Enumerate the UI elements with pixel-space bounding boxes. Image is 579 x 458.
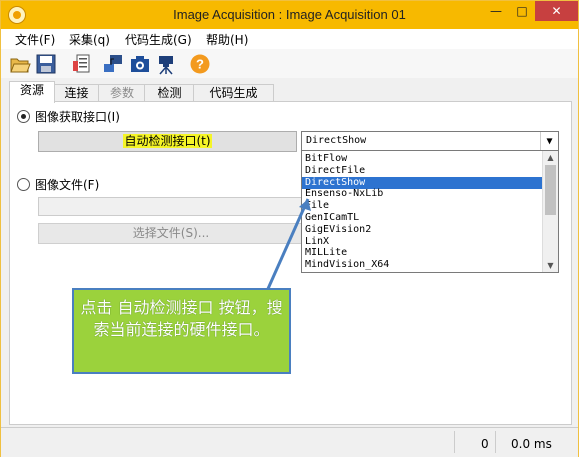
scroll-thumb[interactable]: [545, 165, 556, 215]
status-count: 0: [481, 437, 489, 451]
dropdown-option[interactable]: LinX: [302, 236, 542, 248]
interface-radio-label: 图像获取接口(I): [35, 110, 120, 124]
menu-code-generation[interactable]: 代码生成(G): [125, 31, 192, 48]
file-path-field[interactable]: [38, 197, 304, 216]
scroll-down-icon[interactable]: ▼: [543, 259, 558, 272]
snap-icon[interactable]: [129, 53, 151, 75]
menu-help[interactable]: 帮助(H): [206, 31, 248, 48]
menu-file[interactable]: 文件(F): [15, 31, 55, 48]
auto-detect-label: 自动检测接口(t): [123, 134, 212, 148]
status-separator: [495, 431, 496, 453]
interface-combo[interactable]: DirectShow ▼: [301, 131, 559, 152]
main-window: Image Acquisition : Image Acquisition 01…: [0, 0, 579, 457]
properties-icon[interactable]: [71, 53, 93, 75]
maximize-button[interactable]: □: [509, 1, 535, 21]
menu-acquisition[interactable]: 采集(q): [69, 31, 110, 48]
image-file-radio-label: 图像文件(F): [35, 178, 100, 192]
tab-resources[interactable]: 资源: [9, 81, 55, 103]
menu-bar: 文件(F) 采集(q) 代码生成(G) 帮助(H): [1, 29, 578, 49]
dropdown-option[interactable]: MindVision_X64: [302, 259, 542, 271]
minimize-button[interactable]: —: [483, 1, 509, 21]
dropdown-option[interactable]: DirectShow: [302, 176, 542, 189]
toolbar: ?: [1, 49, 578, 78]
open-folder-icon[interactable]: [9, 53, 31, 75]
dropdown-option[interactable]: GigEVision2: [302, 224, 542, 236]
tab-code-generation[interactable]: 代码生成: [193, 84, 274, 102]
close-button[interactable]: ✕: [535, 1, 578, 21]
choose-file-button[interactable]: 选择文件(S)...: [38, 223, 304, 244]
interface-radio[interactable]: [17, 110, 30, 123]
svg-text:?: ?: [196, 57, 204, 72]
tab-detection[interactable]: 检测: [144, 84, 195, 102]
dropdown-option[interactable]: MILLite: [302, 247, 542, 259]
chevron-down-icon[interactable]: ▼: [540, 132, 558, 151]
dropdown-option[interactable]: Ensenso-NxLib: [302, 188, 542, 200]
status-bar: 0 0.0 ms: [1, 427, 578, 457]
auto-detect-button[interactable]: 自动检测接口(t): [38, 131, 297, 152]
tab-parameters[interactable]: 参数: [98, 84, 146, 102]
tab-connection[interactable]: 连接: [53, 84, 100, 102]
dropdown-option[interactable]: BitFlow: [302, 153, 542, 165]
instruction-callout: 点击 自动检测接口 按钮，搜索当前连接的硬件接口。: [72, 288, 291, 374]
connect-icon[interactable]: [102, 53, 124, 75]
dropdown-option[interactable]: GenICamTL: [302, 212, 542, 224]
status-separator: [454, 431, 455, 453]
status-time: 0.0 ms: [511, 437, 552, 451]
dropdown-option[interactable]: File: [302, 200, 542, 212]
save-icon[interactable]: [35, 53, 57, 75]
interface-combo-value: DirectShow: [306, 135, 367, 146]
image-file-radio[interactable]: [17, 178, 30, 191]
interface-dropdown-list[interactable]: BitFlow DirectFile DirectShow Ensenso-NxLib…: [301, 150, 559, 273]
live-camera-icon[interactable]: [155, 53, 177, 75]
dropdown-scrollbar[interactable]: ▲ ▼: [542, 151, 558, 272]
dropdown-option[interactable]: DirectFile: [302, 165, 542, 177]
scroll-up-icon[interactable]: ▲: [543, 151, 558, 164]
title-bar[interactable]: Image Acquisition : Image Acquisition 01…: [1, 1, 578, 29]
help-icon[interactable]: ?: [189, 53, 211, 75]
